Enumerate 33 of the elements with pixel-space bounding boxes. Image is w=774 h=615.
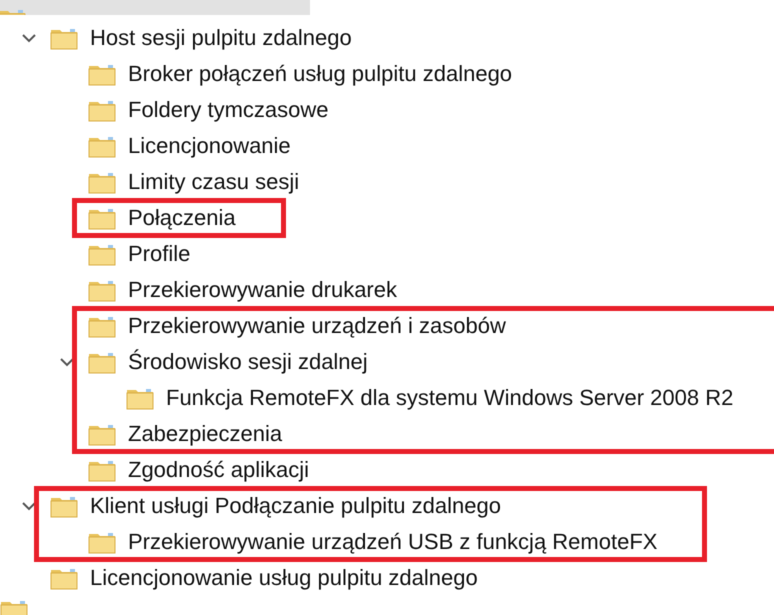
tree-item[interactable]: Przekierowywanie drukarek [128,278,397,302]
folder-icon [0,598,28,615]
folder-icon [126,386,154,410]
tree-item[interactable]: Limity czasu sesji [128,170,300,194]
tree-item[interactable]: Broker połączeń usług pulpitu zdalnego [128,62,512,86]
folder-icon [88,350,116,374]
folder-icon [88,206,116,230]
tree-item[interactable]: Zabezpieczenia [128,422,282,446]
tree-item[interactable]: Zgodność aplikacji [128,458,309,482]
folder-icon [88,458,116,482]
folder-icon [88,134,116,158]
tree-item[interactable]: Foldery tymczasowe [128,98,329,122]
tree-item[interactable]: Funkcja RemoteFX dla systemu Windows Server 2008 R2 [166,386,734,410]
folder-icon [88,170,116,194]
tree-item[interactable]: Przekierowywanie urządzeń i zasobów [128,314,506,338]
tree-item[interactable]: Licencjonowanie usług pulpitu zdalnego [90,566,478,590]
tree-item[interactable]: Przekierowywanie urządzeń USB z funkcją RemoteFX [128,530,658,554]
folder-icon [50,566,78,590]
folder-icon [88,98,116,122]
folder-icon [50,26,78,50]
tree-item[interactable]: Klient usługi Podłączanie pulpitu zdalnego [90,494,501,518]
folder-icon [88,278,116,302]
folder-icon [88,242,116,266]
folder-icon [88,530,116,554]
folder-icon [50,494,78,518]
tree-item[interactable]: Profile [128,242,190,266]
tree-item[interactable]: Środowisko sesji zdalnej [128,350,368,374]
tree-item[interactable]: Połączenia [128,206,236,230]
tree-item[interactable]: Licencjonowanie [128,134,291,158]
folder-icon [88,314,116,338]
folder-icon [88,62,116,86]
folder-icon [88,422,116,446]
tree-item[interactable]: Host sesji pulpitu zdalnego [90,26,352,50]
